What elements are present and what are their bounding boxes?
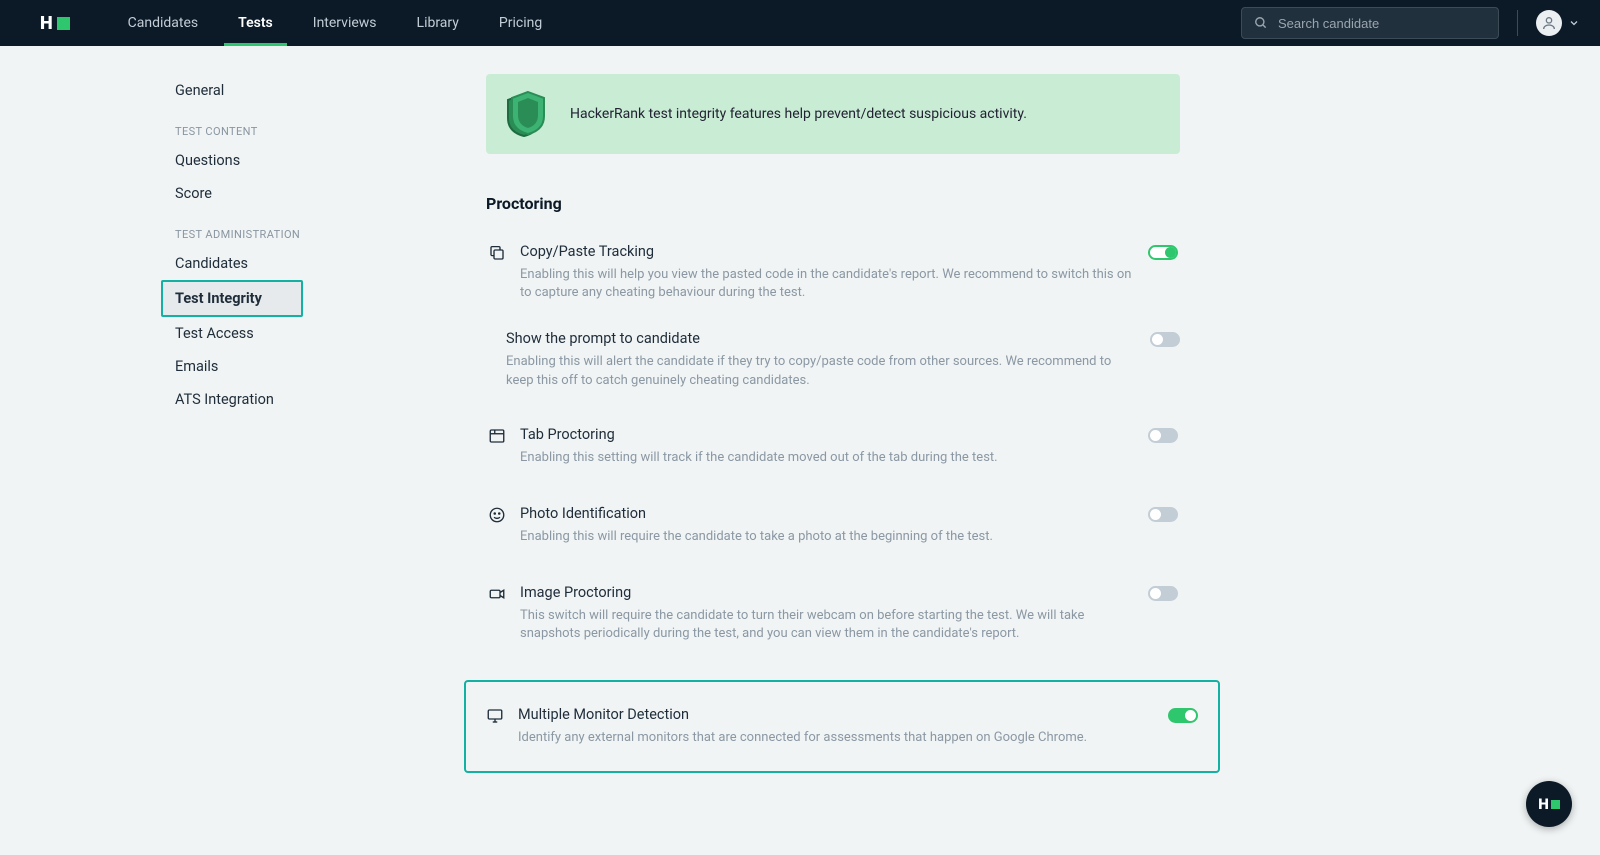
top-nav: H Candidates Tests Interviews Library Pr… <box>0 0 1600 46</box>
toggle-tab[interactable] <box>1148 428 1178 443</box>
chevron-down-icon <box>1568 17 1580 29</box>
toggle-copy-paste[interactable] <box>1148 245 1178 260</box>
logo-square-icon <box>57 17 70 30</box>
sidebar-candidates[interactable]: Candidates <box>175 247 310 280</box>
fab-logo-square-icon <box>1551 800 1560 809</box>
copy-icon <box>488 244 506 262</box>
search-box[interactable] <box>1241 7 1499 39</box>
smile-icon <box>488 506 506 524</box>
nav-library[interactable]: Library <box>397 0 479 46</box>
setting-title: Tab Proctoring <box>520 426 1134 443</box>
setting-title: Image Proctoring <box>520 584 1134 601</box>
help-fab[interactable]: H <box>1526 781 1572 827</box>
setting-title: Show the prompt to candidate <box>506 330 1136 347</box>
nav-links: Candidates Tests Interviews Library Pric… <box>108 0 563 46</box>
sidebar: General TEST CONTENT Questions Score TES… <box>0 74 310 807</box>
setting-title: Copy/Paste Tracking <box>520 243 1134 260</box>
user-menu[interactable] <box>1536 10 1580 36</box>
nav-pricing[interactable]: Pricing <box>479 0 562 46</box>
nav-right <box>1241 7 1580 39</box>
toggle-photo[interactable] <box>1148 507 1178 522</box>
sidebar-header-content: TEST CONTENT <box>175 125 310 138</box>
setting-desc: This switch will require the candidate t… <box>520 607 1134 643</box>
toggle-image[interactable] <box>1148 586 1178 601</box>
search-icon <box>1254 16 1268 30</box>
sidebar-questions[interactable]: Questions <box>175 144 310 177</box>
camera-icon <box>488 585 506 603</box>
setting-photo-id: Photo Identification Enabling this will … <box>486 503 1180 548</box>
setting-show-prompt: Show the prompt to candidate Enabling th… <box>506 330 1180 389</box>
info-banner: HackerRank test integrity features help … <box>486 74 1180 154</box>
nav-candidates[interactable]: Candidates <box>108 0 219 46</box>
setting-desc: Enabling this setting will track if the … <box>520 449 1134 467</box>
setting-desc: Enabling this will help you view the pas… <box>520 266 1134 302</box>
tab-icon <box>488 427 506 445</box>
sidebar-header-admin: TEST ADMINISTRATION <box>175 228 310 241</box>
banner-text: HackerRank test integrity features help … <box>570 106 1027 122</box>
setting-title: Photo Identification <box>520 505 1134 522</box>
nav-tests[interactable]: Tests <box>218 0 293 46</box>
sidebar-test-access[interactable]: Test Access <box>175 317 310 350</box>
sidebar-ats[interactable]: ATS Integration <box>175 383 310 416</box>
search-input[interactable] <box>1278 16 1486 31</box>
toggle-show-prompt[interactable] <box>1150 332 1180 347</box>
shield-icon <box>504 88 552 140</box>
logo[interactable]: H <box>40 13 70 34</box>
logo-letter: H <box>40 13 52 34</box>
sidebar-test-integrity[interactable]: Test Integrity <box>161 280 303 317</box>
main-content: HackerRank test integrity features help … <box>310 74 1240 807</box>
setting-image-proctoring: Image Proctoring This switch will requir… <box>486 582 1180 645</box>
setting-multi-monitor: Multiple Monitor Detection Identify any … <box>464 680 1220 773</box>
monitor-icon <box>486 707 504 725</box>
fab-logo-letter: H <box>1538 795 1548 813</box>
avatar-icon <box>1536 10 1562 36</box>
sidebar-general[interactable]: General <box>175 74 310 107</box>
divider <box>1517 10 1518 36</box>
setting-desc: Identify any external monitors that are … <box>518 729 1154 747</box>
sidebar-emails[interactable]: Emails <box>175 350 310 383</box>
sidebar-score[interactable]: Score <box>175 177 310 210</box>
section-title: Proctoring <box>486 194 1180 213</box>
setting-desc: Enabling this will alert the candidate i… <box>506 353 1136 389</box>
setting-desc: Enabling this will require the candidate… <box>520 528 1134 546</box>
toggle-monitor[interactable] <box>1168 708 1198 723</box>
setting-copy-paste: Copy/Paste Tracking Enabling this will h… <box>486 241 1180 304</box>
setting-tab-proctoring: Tab Proctoring Enabling this setting wil… <box>486 424 1180 469</box>
nav-interviews[interactable]: Interviews <box>293 0 397 46</box>
setting-title: Multiple Monitor Detection <box>518 706 1154 723</box>
